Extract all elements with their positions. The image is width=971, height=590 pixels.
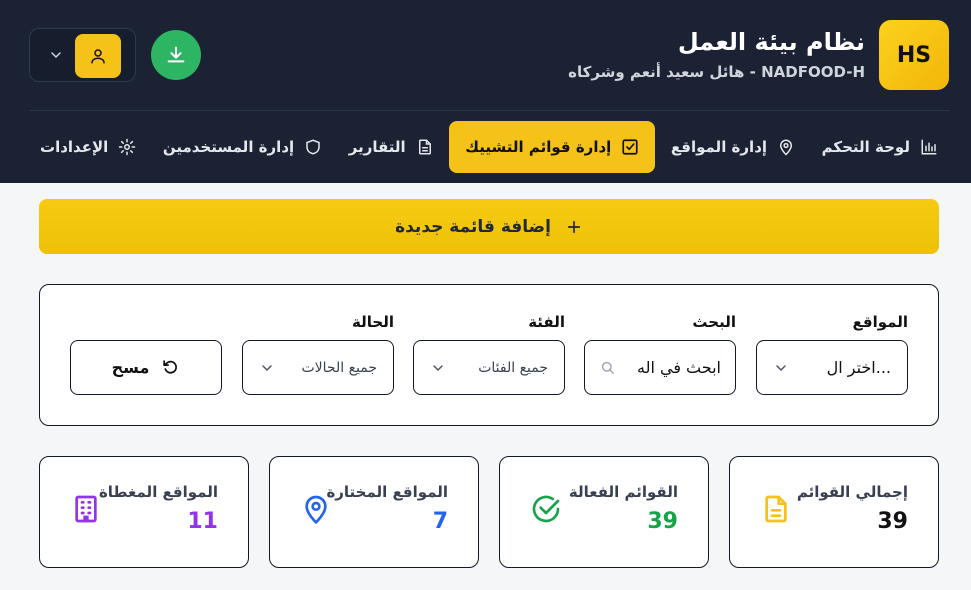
map-pin-icon [305,495,327,525]
chevron-down-icon[interactable] [48,47,64,63]
nav-item-label: التقارير [348,138,406,156]
status-select[interactable]: جميع الحالات [242,340,394,395]
file-text-icon [418,139,431,155]
app-title: نظام بيئة العمل [677,28,865,56]
search-icon [601,361,614,374]
stat-label: المواقع المغطاة [98,483,218,501]
nav-item-label: لوحة التحكم [821,138,910,156]
status-filter-label: الحالة [352,313,394,331]
filter-panel: المواقع اختر ال... البحث ابحث في اله الف… [39,284,939,426]
checkbox-icon [622,139,638,155]
nav-item-label: إدارة المواقع [670,138,768,156]
stat-value: 11 [187,509,218,534]
gear-icon [119,138,136,156]
nav-item-label: إدارة المستخدمين [162,138,295,156]
app-subtitle: NADFOOD-H - هائل سعيد أنعم وشركاه [568,63,865,81]
nav-item-label: الإعدادات [40,138,109,156]
clear-filters-label: مسح [111,358,150,377]
shield-icon [306,139,320,155]
category-select-value: جميع الفئات [478,359,548,376]
rotate-ccw-icon [163,360,178,374]
user-icon [91,49,105,64]
stat-label: المواقع المختارة [326,483,448,501]
nav-item-settings[interactable]: الإعدادات [29,121,147,173]
main-nav: لوحة التحكم إدارة المواقع إدارة قوائم ال… [29,121,949,173]
search-input[interactable]: ابحث في اله [584,340,736,395]
add-checklist-label: إضافة قائمة جديدة [395,216,551,237]
download-button[interactable] [151,30,201,80]
stat-value: 39 [647,509,678,534]
nav-item-checklists[interactable]: إدارة قوائم التشييك [449,121,656,173]
stat-label: القوائم الفعالة [568,483,678,501]
sites-filter-label: المواقع [852,313,908,331]
file-icon [765,495,787,523]
user-avatar-button[interactable] [75,34,121,78]
stat-value: 39 [877,509,908,534]
header-divider [29,110,949,111]
clear-filters-button[interactable]: مسح [70,340,222,395]
bar-chart-icon [921,139,937,155]
nav-item-users[interactable]: إدارة المستخدمين [152,121,333,173]
stat-card-active-lists: القوائم الفعالة 39 [499,456,709,568]
app-logo: HS [879,20,949,90]
stat-card-covered-sites: المواقع المغطاة 11 [39,456,249,568]
nav-item-label: إدارة قوائم التشييك [465,138,612,156]
add-checklist-button[interactable]: إضافة قائمة جديدة [39,199,939,254]
sites-select-value: اختر ال... [826,358,891,377]
sites-select[interactable]: اختر ال... [756,340,908,395]
download-icon [167,46,185,63]
stat-card-selected-sites: المواقع المختارة 7 [269,456,479,568]
map-pin-icon [780,139,793,156]
plus-icon [567,220,580,233]
building-icon [75,495,97,523]
chevron-down-icon [776,364,786,371]
chevron-down-icon [262,364,272,371]
chevron-down-icon [433,364,443,371]
user-menu[interactable] [29,28,136,82]
check-circle-icon [532,495,560,523]
search-filter-label: البحث [692,313,736,331]
status-select-value: جميع الحالات [301,359,378,376]
nav-item-dashboard[interactable]: لوحة التحكم [811,121,949,173]
stat-card-total-lists: إجمالي القوائم 39 [729,456,939,568]
app-header: HS نظام بيئة العمل NADFOOD-H - هائل سعيد… [0,0,971,183]
search-input-text[interactable]: ابحث في اله [637,358,721,377]
stat-value: 7 [432,509,448,534]
stat-label: إجمالي القوائم [796,483,908,501]
nav-item-reports[interactable]: التقارير [338,121,445,173]
nav-item-sites[interactable]: إدارة المواقع [660,121,806,173]
category-select[interactable]: جميع الفئات [413,340,565,395]
category-filter-label: الفئة [528,313,565,331]
